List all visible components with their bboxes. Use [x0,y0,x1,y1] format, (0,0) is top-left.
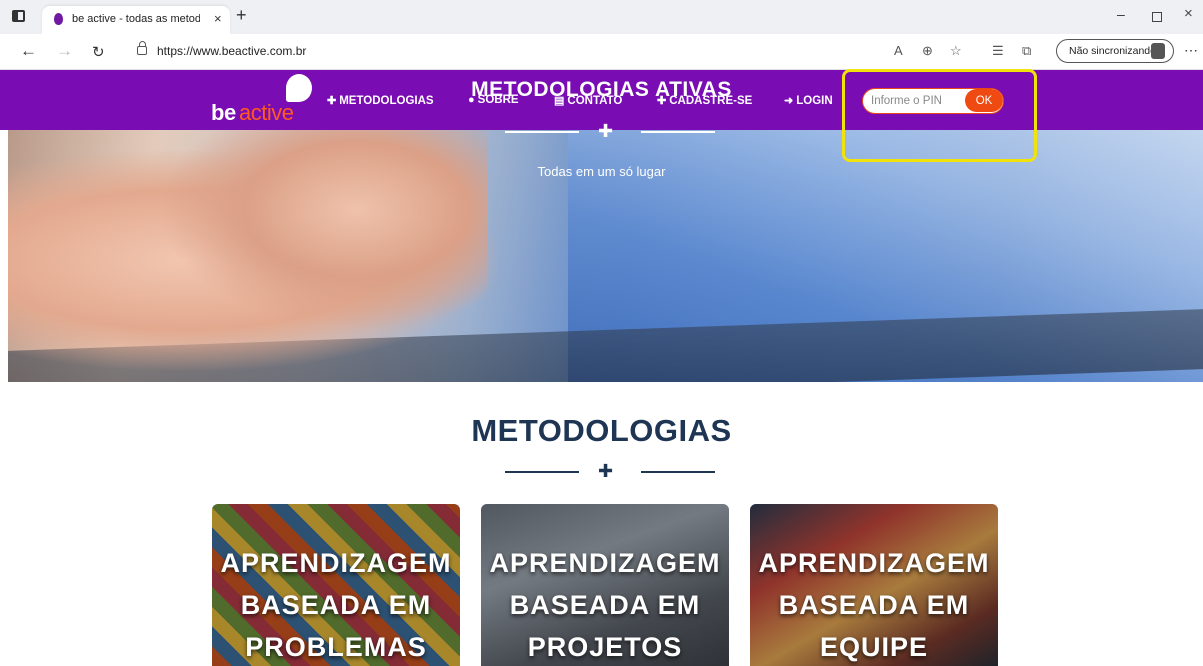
browser-tab[interactable]: be active - todas as metodologias × [42,6,230,34]
address-bar-row: ← → ↻ https://www.beactive.com.br A ⊕ ☆ … [0,34,1203,70]
card-title: APRENDIZAGEM BASEADA EM PROJETOS [481,542,729,666]
divider-line-left [505,471,579,473]
logo-text-be: be [211,100,236,125]
card-title-line: BASEADA EM [240,590,432,620]
divider-line-right [641,131,715,133]
card-equipe[interactable]: APRENDIZAGEM BASEADA EM EQUIPE [750,504,998,666]
sync-label: Não sincronizando [1069,45,1156,57]
forward-arrow-icon[interactable]: → [56,41,73,61]
card-title-line: APRENDIZAGEM [489,548,721,578]
logo-text-active: active [239,100,294,125]
favorites-list-icon[interactable]: ☰ [992,43,1004,59]
favorite-star-icon[interactable]: ☆ [950,43,962,59]
card-title-line: APRENDIZAGEM [758,548,990,578]
section-divider: ✚ [505,461,715,483]
more-options-icon[interactable]: ⋯ [1184,42,1198,59]
section-title: METODOLOGIAS [471,413,732,448]
collections-icon[interactable]: ⧉ [1022,43,1031,59]
back-arrow-icon[interactable]: ← [20,41,37,61]
card-problemas[interactable]: APRENDIZAGEM BASEADA EM PROBLEMAS [212,504,460,666]
card-title-line: PROJETOS [527,632,683,662]
lock-icon[interactable] [137,41,147,55]
card-title-line: EQUIPE [819,632,929,662]
profile-avatar-icon [1151,43,1165,59]
new-tab-button[interactable]: + [236,5,247,25]
divider-line-right [641,471,715,473]
zoom-icon[interactable]: ⊕ [922,43,933,59]
card-title-line: APRENDIZAGEM [220,548,452,578]
puzzle-icon: ✚ [598,121,614,141]
refresh-icon[interactable]: ↻ [92,43,105,61]
card-title-line: BASEADA EM [778,590,970,620]
hero-fingers-image [158,130,488,330]
window-close-button[interactable]: × [1184,5,1193,22]
card-title: APRENDIZAGEM BASEADA EM EQUIPE [750,542,998,666]
window-minimize-button[interactable]: – [1117,6,1125,22]
hero-divider: ✚ [505,121,715,143]
card-projetos[interactable]: APRENDIZAGEM BASEADA EM PROJETOS [481,504,729,666]
tab-actions-icon[interactable] [12,10,25,22]
url-field[interactable]: https://www.beactive.com.br [157,44,306,58]
hero-subtitle: Todas em um só lugar [537,164,666,179]
card-title: APRENDIZAGEM BASEADA EM PROBLEMAS [212,542,460,666]
window-restore-button[interactable] [1152,12,1162,22]
card-title-line: PROBLEMAS [245,632,427,662]
read-aloud-icon[interactable]: A [894,43,903,58]
card-title-line: BASEADA EM [509,590,701,620]
pin-highlight-annotation [842,69,1037,162]
browser-tab-bar: be active - todas as metodologias × + – … [0,0,1203,34]
divider-line-left [505,131,579,133]
sync-profile-button[interactable]: Não sincronizando [1056,39,1174,63]
tab-title: be active - todas as metodologias [72,13,200,25]
puzzle-icon: ✚ [598,461,614,481]
tab-close-icon[interactable]: × [214,11,222,26]
site-favicon-icon [54,13,63,25]
